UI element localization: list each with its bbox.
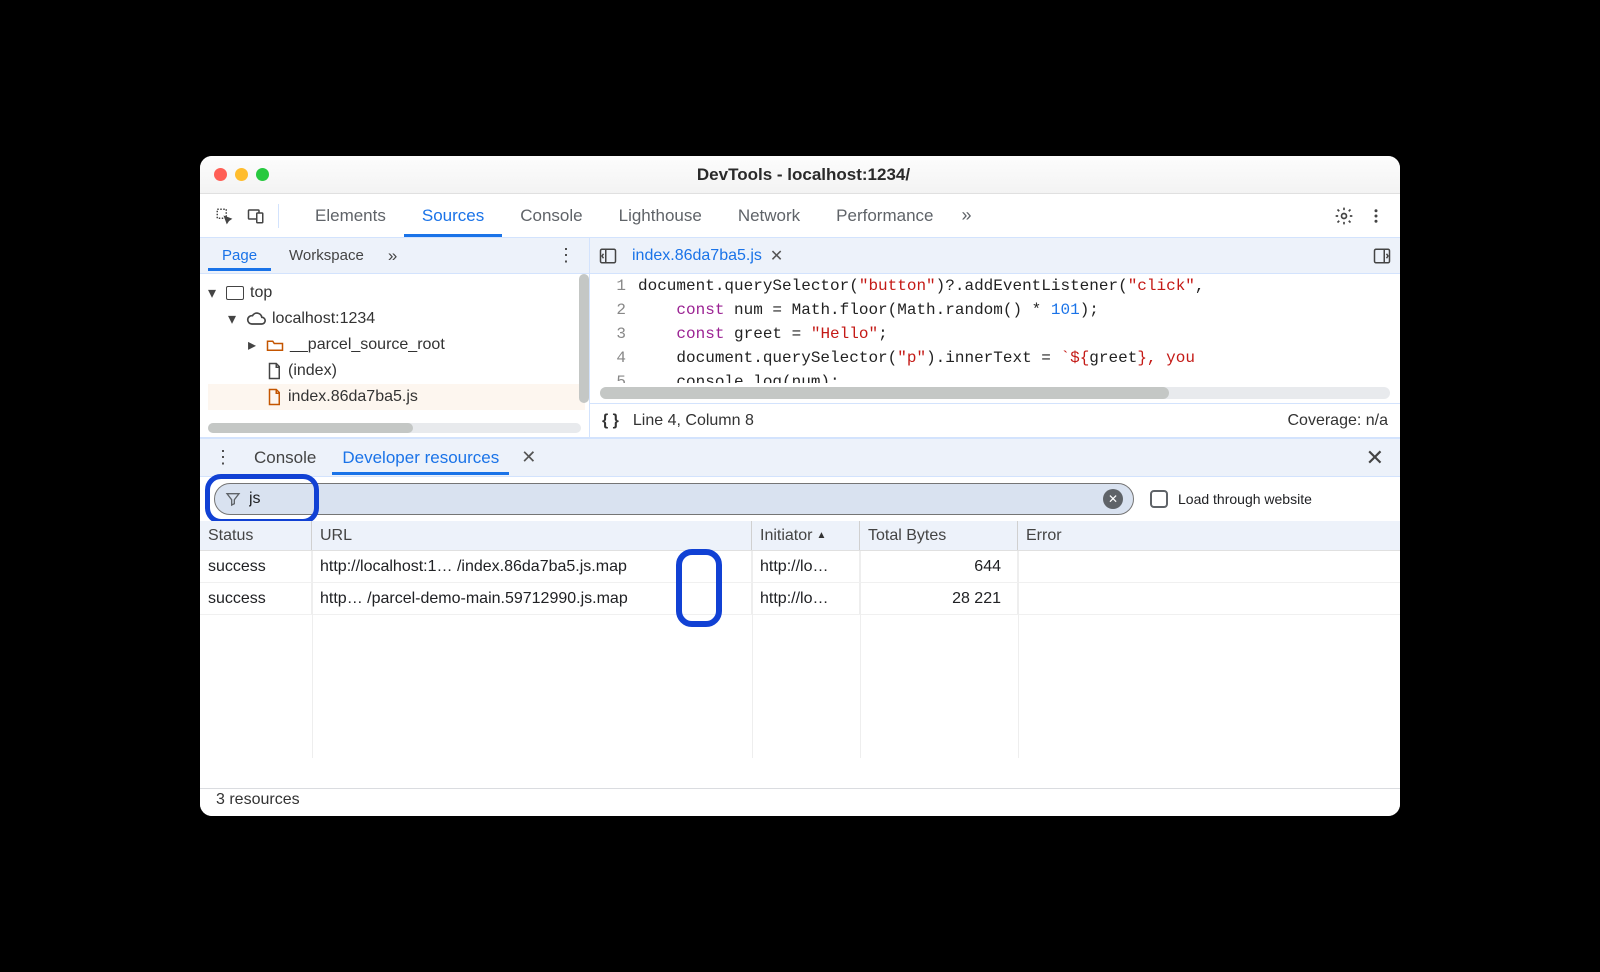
filter-box: ✕	[214, 483, 1134, 515]
tab-lighthouse[interactable]: Lighthouse	[601, 196, 720, 236]
more-tabs-icon[interactable]: »	[952, 205, 982, 226]
drawer-panel: ⋮ Console Developer resources ✕ ✕ ✕ Load…	[200, 438, 1400, 816]
file-tab-label: index.86da7ba5.js	[632, 247, 762, 265]
close-file-tab-icon[interactable]: ✕	[770, 246, 783, 266]
coverage-label: Coverage: n/a	[1287, 412, 1388, 430]
titlebar: DevTools - localhost:1234/	[200, 156, 1400, 194]
tab-performance[interactable]: Performance	[818, 196, 951, 236]
code-editor[interactable]: 1document.querySelector("button")?.addEv…	[590, 274, 1400, 383]
sort-asc-icon: ▲	[816, 530, 826, 541]
navigator-tabs: Page Workspace » ⋮	[200, 238, 589, 274]
tab-sources[interactable]: Sources	[404, 196, 502, 236]
traffic-lights	[214, 168, 269, 181]
toggle-device-icon[interactable]	[242, 202, 270, 230]
tree-vscrollbar[interactable]	[579, 274, 589, 403]
tree-label: localhost:1234	[272, 310, 375, 328]
tree-item-folder[interactable]: __parcel_source_root	[208, 332, 585, 358]
navigator-panel: Page Workspace » ⋮ top localhost:1234	[200, 238, 590, 437]
load-through-checkbox[interactable]: Load through website	[1150, 490, 1312, 508]
tree-item-jsfile[interactable]: index.86da7ba5.js	[208, 384, 585, 410]
toggle-navigator-icon[interactable]	[598, 246, 618, 266]
code-hscrollbar[interactable]	[600, 387, 1390, 399]
cursor-position: Line 4, Column 8	[633, 412, 754, 430]
nav-tab-workspace[interactable]: Workspace	[275, 241, 378, 270]
inspect-element-icon[interactable]	[210, 202, 238, 230]
folder-icon	[266, 338, 284, 352]
tree-label: index.86da7ba5.js	[288, 388, 418, 406]
cell-error	[1018, 583, 1400, 614]
toggle-debugger-icon[interactable]	[1372, 246, 1392, 266]
tree-label: top	[250, 284, 272, 302]
cloud-icon	[246, 312, 266, 326]
editor-statusbar: { } Line 4, Column 8 Coverage: n/a	[590, 403, 1400, 437]
drawer-footer: 3 resources	[200, 788, 1400, 816]
drawer-tab-console[interactable]: Console	[244, 442, 326, 474]
main-toolbar: Elements Sources Console Lighthouse Netw…	[200, 194, 1400, 238]
file-tab-active[interactable]: index.86da7ba5.js ✕	[630, 242, 785, 270]
col-initiator[interactable]: Initiator▲	[752, 521, 860, 550]
clear-filter-icon[interactable]: ✕	[1103, 489, 1123, 509]
col-error[interactable]: Error	[1018, 521, 1400, 550]
cell-bytes: 644	[860, 551, 1018, 582]
cell-url: http… /parcel-demo-main.59712990.js.map	[312, 583, 752, 614]
minimize-window-button[interactable]	[235, 168, 248, 181]
nav-tab-page[interactable]: Page	[208, 241, 271, 270]
cell-bytes: 28 221	[860, 583, 1018, 614]
nav-more-tabs-icon[interactable]: »	[382, 246, 403, 266]
zoom-window-button[interactable]	[256, 168, 269, 181]
cell-initiator: http://lo…	[752, 583, 860, 614]
pretty-print-icon[interactable]: { }	[602, 412, 619, 430]
close-window-button[interactable]	[214, 168, 227, 181]
resources-grid: Status URL Initiator▲ Total Bytes Error …	[200, 521, 1400, 788]
devtools-window: DevTools - localhost:1234/ Elements Sour…	[200, 156, 1400, 816]
grid-header: Status URL Initiator▲ Total Bytes Error	[200, 521, 1400, 551]
filter-icon	[225, 491, 241, 507]
filter-row: ✕ Load through website	[200, 477, 1400, 521]
cell-status: success	[200, 551, 312, 582]
nav-kebab-icon[interactable]: ⋮	[551, 245, 581, 266]
checkbox-label: Load through website	[1178, 491, 1312, 507]
file-js-icon	[266, 388, 282, 406]
drawer-kebab-icon[interactable]: ⋮	[208, 447, 238, 468]
col-status[interactable]: Status	[200, 521, 312, 550]
tab-elements[interactable]: Elements	[297, 196, 404, 236]
grid-row[interactable]: success http… /parcel-demo-main.59712990…	[200, 583, 1400, 615]
file-icon	[266, 362, 282, 380]
tree-item-origin[interactable]: localhost:1234	[208, 306, 585, 332]
tab-network[interactable]: Network	[720, 196, 818, 236]
filter-input[interactable]	[249, 490, 1095, 508]
grid-row[interactable]: success http://localhost:1… /index.86da7…	[200, 551, 1400, 583]
tab-console[interactable]: Console	[502, 196, 600, 236]
cell-status: success	[200, 583, 312, 614]
settings-icon[interactable]	[1330, 202, 1358, 230]
tree-item-top[interactable]: top	[208, 280, 585, 306]
drawer-tab-devresources[interactable]: Developer resources	[332, 442, 509, 474]
frame-icon	[226, 286, 244, 300]
editor-panel: index.86da7ba5.js ✕ 1document.querySelec…	[590, 238, 1400, 437]
tree-item-index[interactable]: (index)	[208, 358, 585, 384]
cell-initiator: http://lo…	[752, 551, 860, 582]
checkbox-icon[interactable]	[1150, 490, 1168, 508]
tree-hscrollbar[interactable]	[208, 423, 581, 433]
editor-tabs: index.86da7ba5.js ✕	[590, 238, 1400, 274]
tree-label: (index)	[288, 362, 337, 380]
close-drawer-tab-icon[interactable]: ✕	[515, 447, 542, 468]
drawer-tabs: ⋮ Console Developer resources ✕ ✕	[200, 439, 1400, 477]
close-drawer-icon[interactable]: ✕	[1358, 445, 1392, 471]
resource-count: 3 resources	[216, 791, 300, 808]
col-url[interactable]: URL	[312, 521, 752, 550]
cell-url: http://localhost:1… /index.86da7ba5.js.m…	[312, 551, 752, 582]
cell-error	[1018, 551, 1400, 582]
col-total-bytes[interactable]: Total Bytes	[860, 521, 1018, 550]
file-tree[interactable]: top localhost:1234 __parcel_source_root	[200, 274, 589, 421]
window-title: DevTools - localhost:1234/	[269, 165, 1338, 185]
tree-label: __parcel_source_root	[290, 336, 445, 354]
kebab-menu-icon[interactable]	[1362, 202, 1390, 230]
